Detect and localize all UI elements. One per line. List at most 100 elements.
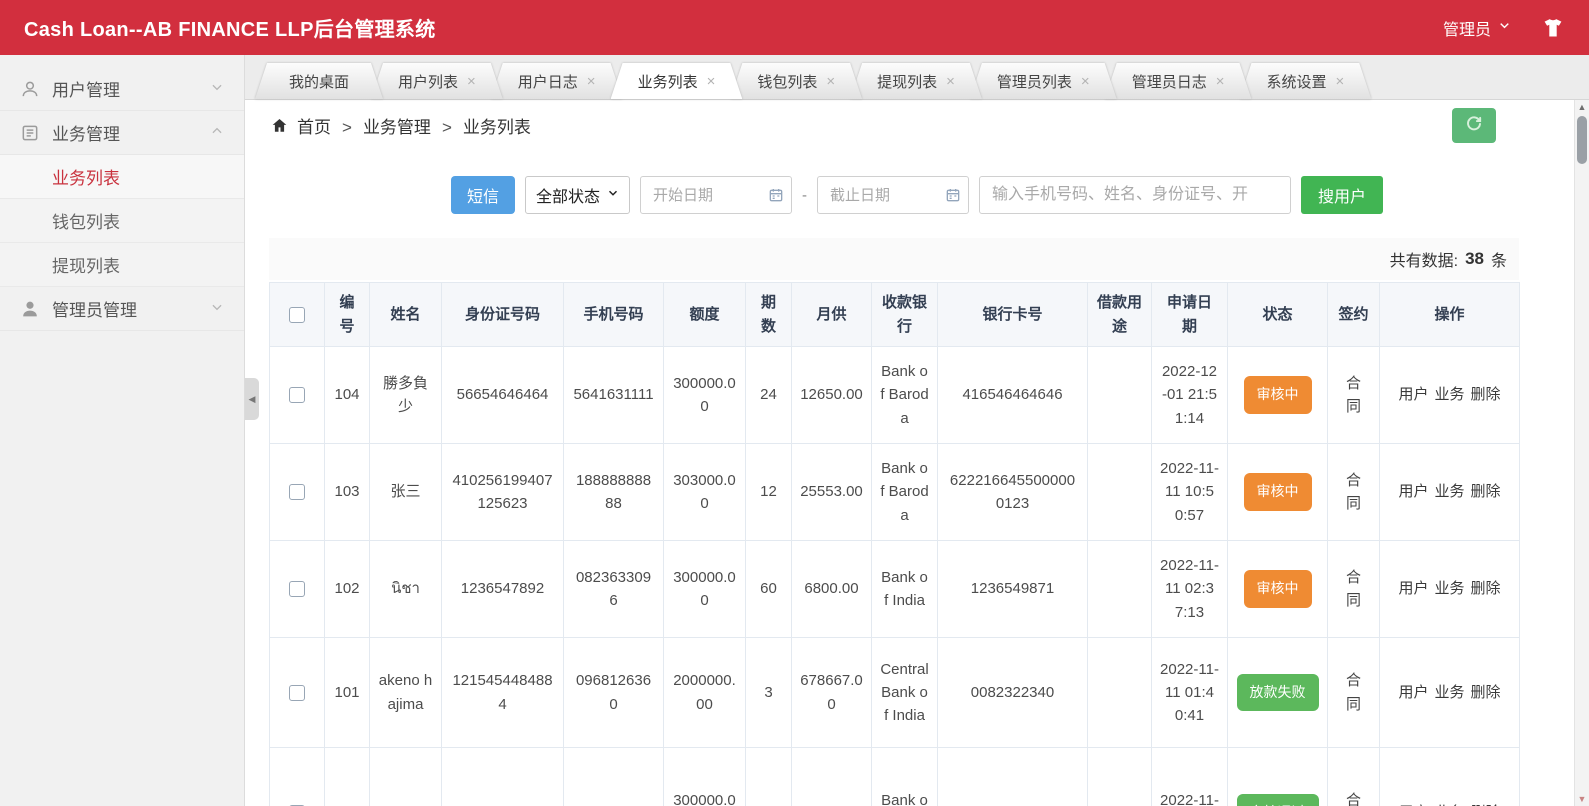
sidebar-collapse-handle[interactable]: ◀ [245,378,259,420]
row-checkbox[interactable] [289,387,305,403]
sidebar-item-1-1[interactable]: 钱包列表 [0,199,244,243]
status-cell: 审核中 [1228,347,1328,444]
action-delete-link[interactable]: 删除 [1471,386,1501,403]
breadcrumb-item-0[interactable]: 首页 [297,118,331,137]
actions-cell: 用户业务删除 [1380,347,1520,444]
scrollbar-thumb[interactable] [1577,116,1587,164]
tab-0[interactable]: 我的桌面 [255,63,383,99]
status-button[interactable]: 审核中 [1244,473,1312,511]
status-filter-select[interactable]: 全部状态 [525,176,630,214]
tab-label: 管理员日志 [1132,71,1207,92]
select-chevron-down-icon [607,186,619,204]
tab-close-icon[interactable]: × [707,74,716,89]
status-filter-value: 全部状态 [536,183,600,207]
row-checkbox[interactable] [289,484,305,500]
actions-cell: 用户业务删除 [1380,541,1520,638]
tab-inner: 用户日志× [491,63,623,99]
action-user-link[interactable]: 用户 [1398,483,1428,500]
tab-6[interactable]: 管理员列表× [970,63,1117,99]
contract-link[interactable]: 合同 [1345,566,1362,613]
row-name: 勝多負少 [370,347,442,444]
row-no: 103 [325,444,370,541]
action-business-link[interactable]: 业务 [1434,580,1464,597]
action-user-link[interactable]: 用户 [1398,386,1428,403]
tab-close-icon[interactable]: × [467,74,476,89]
row-phone: 5641631111 [564,347,664,444]
calendar-icon[interactable] [768,187,784,203]
row-purpose [1088,541,1152,638]
column-header: 姓名 [370,283,442,347]
tab-inner: 用户列表× [371,63,503,99]
tab-close-icon[interactable]: × [946,74,955,89]
row-monthly: 12650.00 [792,347,872,444]
filter-toolbar: 短信 全部状态 - 搜用户 [245,176,1589,214]
contract-link[interactable]: 合同 [1345,372,1362,419]
tab-7[interactable]: 管理员日志 × [1105,63,1252,99]
breadcrumb: 首页>业务管理>业务列表 [245,100,1589,150]
sign-cell: 合同 [1328,638,1380,748]
tab-close-icon[interactable]: × [587,74,596,89]
contract-link[interactable]: 合同 [1345,789,1362,806]
row-monthly: 678667.00 [792,638,872,748]
sms-button[interactable]: 短信 [451,176,515,214]
scroll-down-arrow[interactable]: ▼ [1575,794,1589,804]
calendar-icon[interactable] [945,187,961,203]
main-layout: 用户管理业务管理业务列表钱包列表提现列表管理员管理 ◀ 我的桌面用户列表×用户日… [0,55,1589,806]
status-button[interactable]: 审核中 [1244,570,1312,608]
contract-link[interactable]: 合同 [1345,669,1362,716]
search-input[interactable] [979,176,1291,214]
tab-8[interactable]: 系统设置 × [1239,63,1371,99]
record-count-value: 38 [1465,249,1484,269]
tab-4[interactable]: 钱包列表 × [730,63,862,99]
row-phone: 0968126360 [564,638,664,748]
scroll-up-arrow[interactable]: ▲ [1575,102,1589,112]
tab-close-icon[interactable]: × [826,74,835,89]
admin-dropdown[interactable]: 管理员 [1443,16,1511,40]
action-delete-link[interactable]: 删除 [1471,684,1501,701]
select-all-checkbox[interactable] [289,307,305,323]
breadcrumb-item-1[interactable]: 业务管理 [363,118,431,137]
tab-inner: 管理员列表× [970,63,1117,99]
breadcrumb-item-2[interactable]: 业务列表 [463,118,531,137]
sidebar-group-label: 管理员管理 [52,296,137,321]
tab-label: 系统设置 [1266,71,1326,92]
action-business-link[interactable]: 业务 [1434,684,1464,701]
refresh-button[interactable] [1452,108,1496,143]
status-button[interactable]: 审核通过 [1237,794,1319,806]
table-row: 103张三41025619940712562318888888888303000… [270,444,1520,541]
search-user-button[interactable]: 搜用户 [1301,176,1383,214]
sidebar-item-1-2[interactable]: 提现列表 [0,243,244,287]
theme-tshirt-icon[interactable] [1541,16,1565,40]
tab-label: 钱包列表 [757,71,817,92]
table-header: 编号姓名身份证号码手机号码额度期数月供收款银行银行卡号借款用途申请日期状态签约操… [270,283,1520,347]
checkbox-cell [270,444,325,541]
status-button[interactable]: 放款失败 [1237,674,1319,712]
tab-5[interactable]: 提现列表× [850,63,982,99]
action-delete-link[interactable]: 删除 [1471,483,1501,500]
sidebar-group-1[interactable]: 业务管理 [0,111,244,155]
sidebar-item-1-0[interactable]: 业务列表 [0,155,244,199]
sidebar-group-2[interactable]: 管理员管理 [0,287,244,331]
tab-close-icon[interactable]: × [1335,74,1344,89]
action-business-link[interactable]: 业务 [1434,386,1464,403]
tab-close-icon[interactable]: × [1216,74,1225,89]
row-checkbox[interactable] [289,685,305,701]
tab-1[interactable]: 用户列表× [371,63,503,99]
tab-2[interactable]: 用户日志× [491,63,623,99]
status-button[interactable]: 审核中 [1244,376,1312,414]
sidebar-group-0[interactable]: 用户管理 [0,67,244,111]
action-user-link[interactable]: 用户 [1398,580,1428,597]
vertical-scrollbar[interactable]: ▲ ▼ [1574,100,1589,806]
row-card: 1236549871 [938,541,1088,638]
contract-link[interactable]: 合同 [1345,469,1362,516]
tab-label: 业务列表 [638,71,698,92]
table-row: 102นิชา12365478920823633096300000.006068… [270,541,1520,638]
tab-strip: 我的桌面用户列表×用户日志×业务列表×钱包列表×提现列表×管理员列表×管理员日志… [245,55,1589,100]
action-user-link[interactable]: 用户 [1398,684,1428,701]
row-checkbox[interactable] [289,581,305,597]
tab-inner: 业务列表 × [611,63,743,99]
action-business-link[interactable]: 业务 [1434,483,1464,500]
tab-3[interactable]: 业务列表 × [611,63,743,99]
action-delete-link[interactable]: 删除 [1471,580,1501,597]
tab-close-icon[interactable]: × [1081,74,1090,89]
